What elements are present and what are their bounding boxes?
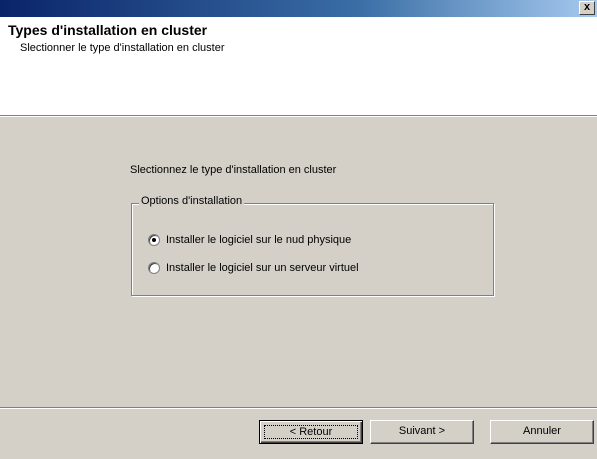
radio-button-checked[interactable]: [148, 234, 160, 246]
install-type-prompt: Slectionnez le type d'installation en cl…: [130, 164, 337, 176]
next-button[interactable]: Suivant >: [370, 420, 474, 444]
back-button-label: < Retour: [264, 425, 358, 439]
page-title: Types d'installation en cluster: [8, 22, 208, 38]
option-physical-node[interactable]: Installer le logiciel sur le nud physiqu…: [148, 233, 351, 247]
back-button[interactable]: < Retour: [259, 420, 363, 444]
option-physical-node-label: Installer le logiciel sur le nud physiqu…: [166, 234, 352, 246]
install-options-group: [131, 203, 494, 296]
cancel-button[interactable]: Annuler: [490, 420, 594, 444]
footer-divider-highlight: [0, 408, 597, 409]
option-virtual-server-label: Installer le logiciel sur un serveur vir…: [166, 262, 359, 274]
install-options-legend: Options d'installation: [139, 195, 245, 207]
radio-button-unchecked[interactable]: [148, 262, 160, 274]
page-subtitle: Slectionner le type d'installation en cl…: [20, 42, 225, 54]
title-bar: x: [0, 0, 597, 17]
option-virtual-server[interactable]: Installer le logiciel sur un serveur vir…: [148, 261, 359, 275]
header-divider: [0, 116, 597, 117]
close-button[interactable]: x: [579, 1, 595, 15]
